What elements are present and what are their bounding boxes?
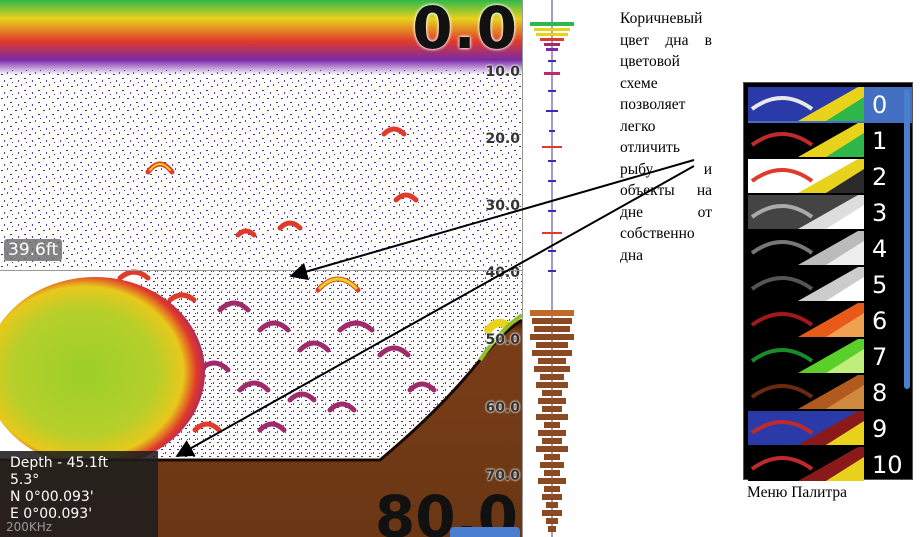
palette-thumbnail [748, 231, 864, 265]
depth-cursor-line[interactable] [0, 270, 522, 271]
depth-tick: 40.0 [485, 265, 520, 281]
palette-thumbnail [748, 447, 864, 481]
depth-readout: Depth - 45.1ft [10, 455, 108, 471]
palette-option-5[interactable]: 5 [748, 267, 912, 303]
depth-tick: 60.0 [485, 400, 520, 416]
palette-option-number: 4 [872, 235, 888, 263]
latitude-readout: N 0°00.093' [10, 489, 94, 505]
depth-tick: 20.0 [485, 131, 520, 147]
palette-option-number: 10 [872, 451, 903, 479]
depth-cursor-label: 39.6ft [4, 239, 63, 261]
depth-tick: 70.0 [485, 468, 520, 484]
palette-thumbnail [748, 267, 864, 301]
sonar-screen[interactable]: 0.0 10.0 20.0 30.0 40.0 50.0 60.0 70.0 3… [0, 0, 523, 537]
palette-option-number: 2 [872, 163, 888, 191]
palette-option-number: 6 [872, 307, 888, 335]
scroll-tab[interactable] [450, 527, 520, 537]
annotation-caption: Коричневый цвет дна в цветовой схеме поз… [620, 10, 712, 264]
palette-option-2[interactable]: 2 [748, 159, 912, 195]
palette-thumbnail [748, 123, 864, 157]
palette-option-10[interactable]: 10 [748, 447, 912, 483]
palette-option-number: 1 [872, 127, 888, 155]
palette-thumbnail [748, 87, 864, 121]
palette-thumbnail [748, 303, 864, 337]
palette-thumbnail [748, 339, 864, 373]
palette-option-number: 5 [872, 271, 888, 299]
palette-option-0[interactable]: 0 [748, 87, 912, 123]
palette-option-1[interactable]: 1 [748, 123, 912, 159]
palette-option-3[interactable]: 3 [748, 195, 912, 231]
amplitude-scope [530, 0, 574, 537]
temperature-readout: 5.3° [10, 472, 40, 488]
palette-thumbnail [748, 159, 864, 193]
palette-option-number: 8 [872, 379, 888, 407]
palette-option-7[interactable]: 7 [748, 339, 912, 375]
palette-thumbnail [748, 195, 864, 229]
depth-range-top: 0.0 [412, 0, 518, 62]
palette-option-number: 3 [872, 199, 888, 227]
palette-thumbnail [748, 375, 864, 409]
palette-option-number: 9 [872, 415, 888, 443]
palette-menu[interactable]: 0 1 2 3 4 5 6 7 8 9 10 [743, 82, 913, 483]
palette-option-6[interactable]: 6 [748, 303, 912, 339]
frequency-label: 200KHz [6, 520, 53, 534]
depth-tick: 30.0 [485, 198, 520, 214]
palette-thumbnail [748, 411, 864, 445]
palette-option-4[interactable]: 4 [748, 231, 912, 267]
depth-tick: 10.0 [485, 64, 520, 80]
palette-option-9[interactable]: 9 [748, 411, 912, 447]
palette-menu-title: Меню Палитра [747, 484, 848, 501]
palette-option-8[interactable]: 8 [748, 375, 912, 411]
depth-tick: 50.0 [485, 332, 520, 348]
palette-scrollbar[interactable] [904, 89, 910, 389]
palette-option-number: 0 [872, 91, 888, 119]
palette-option-number: 7 [872, 343, 888, 371]
